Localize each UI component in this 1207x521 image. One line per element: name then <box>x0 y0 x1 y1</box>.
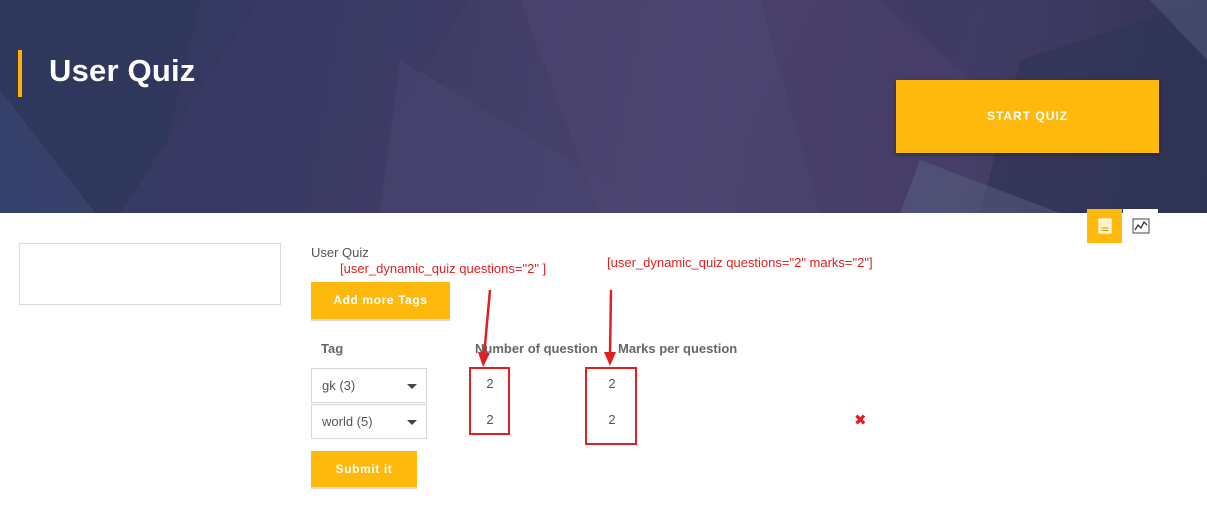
hero-banner: User Quiz START QUIZ <box>0 0 1207 213</box>
sidebar-box <box>19 243 281 305</box>
column-header-number: Number of question <box>475 341 598 356</box>
start-quiz-button[interactable]: START QUIZ <box>896 80 1159 153</box>
chevron-down-icon <box>407 384 417 389</box>
submit-button[interactable]: Submit it <box>311 451 417 487</box>
column-header-marks: Marks per question <box>618 341 738 356</box>
quiz-view-toggle[interactable] <box>1087 209 1122 243</box>
add-more-tags-button[interactable]: Add more Tags <box>311 282 450 319</box>
section-label: User Quiz <box>311 245 369 260</box>
tag-select[interactable]: world (5) <box>311 404 427 439</box>
chart-icon <box>1132 218 1149 234</box>
chevron-down-icon <box>407 420 417 425</box>
tag-select-value: gk (3) <box>322 378 356 393</box>
tag-select[interactable]: gk (3) <box>311 368 427 403</box>
page-title: User Quiz <box>49 53 196 88</box>
column-header-tag: Tag <box>321 341 344 356</box>
title-accent-bar <box>18 50 22 97</box>
tag-select-value: world (5) <box>322 414 373 429</box>
annotation-highlight-box <box>585 367 637 445</box>
annotation-shortcode-questions: [user_dynamic_quiz questions="2" ] <box>340 261 547 276</box>
document-icon <box>1097 218 1112 234</box>
annotation-shortcode-questions-marks: [user_dynamic_quiz questions="2" marks="… <box>607 255 873 270</box>
remove-row-icon[interactable]: ✖ <box>854 411 867 429</box>
arrow-head <box>604 352 616 366</box>
annotation-highlight-box <box>469 367 510 435</box>
chart-view-toggle[interactable] <box>1123 209 1158 243</box>
arrow-line <box>608 289 613 357</box>
